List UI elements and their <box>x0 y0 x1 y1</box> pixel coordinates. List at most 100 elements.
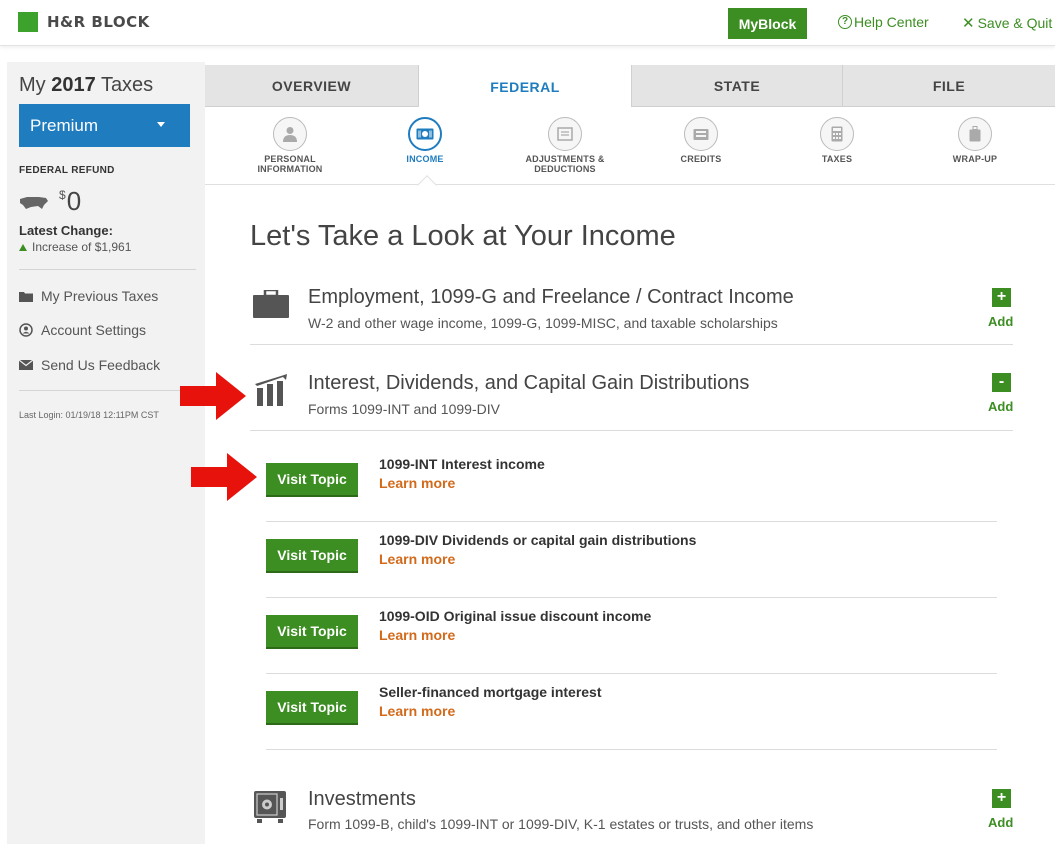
tax-year: 2017 <box>51 74 96 96</box>
usa-map-icon <box>20 197 48 209</box>
save-quit-link[interactable]: ✕ Save & Quit <box>962 14 1052 32</box>
tab-label: FEDERAL <box>490 78 560 95</box>
section-subtitle: Forms 1099-INT and 1099-DIV <box>308 401 500 417</box>
step-credits[interactable]: CREDITS <box>641 117 761 164</box>
topic-divider <box>266 521 997 522</box>
previous-taxes-label: My Previous Taxes <box>41 288 159 304</box>
step-circle <box>273 117 307 151</box>
section-title: Employment, 1099-G and Freelance / Contr… <box>308 286 794 308</box>
sidebar-title: My 2017 Taxes <box>19 74 153 97</box>
tab-overview[interactable]: OVERVIEW <box>205 65 419 107</box>
safe-icon <box>254 791 286 823</box>
step-label: PERSONAL INFORMATION <box>230 154 350 174</box>
topic-title: 1099-OID Original issue discount income <box>379 608 652 624</box>
learn-more-link[interactable]: Learn more <box>379 627 455 643</box>
calculator-icon <box>831 126 843 142</box>
topic-title: Seller-financed mortgage interest <box>379 684 602 700</box>
sidebar-title-suffix: Taxes <box>100 74 154 96</box>
visit-topic-button[interactable]: Visit Topic <box>266 691 358 723</box>
step-circle <box>958 117 992 151</box>
step-circle <box>820 117 854 151</box>
step-label-line: PERSONAL <box>264 154 316 164</box>
previous-taxes-link[interactable]: My Previous Taxes <box>19 288 158 304</box>
main-tabs: OVERVIEW FEDERAL STATE FILE <box>205 65 1055 108</box>
save-quit-label: Save & Quit <box>977 15 1053 31</box>
collapse-minus-icon[interactable]: - <box>992 373 1011 392</box>
envelope-icon <box>19 360 33 370</box>
plan-value: Premium <box>30 115 99 135</box>
tab-federal[interactable]: FEDERAL <box>419 65 631 108</box>
brand-logo[interactable]: H&R BLOCK <box>18 12 150 32</box>
brand-name: H&R BLOCK <box>47 13 150 31</box>
step-income[interactable]: INCOME <box>365 117 485 164</box>
section-subtitle: Form 1099-B, child's 1099-INT or 1099-DI… <box>308 816 814 832</box>
folder-icon <box>19 291 33 302</box>
add-button[interactable]: Add <box>988 815 1013 830</box>
increase-arrow-icon <box>19 243 27 251</box>
account-icon <box>19 323 33 337</box>
sidebar: My 2017 Taxes Premium FEDERAL REFUND $ 0… <box>7 62 205 844</box>
visit-topic-button[interactable]: Visit Topic <box>266 539 358 571</box>
money-icon <box>416 128 434 140</box>
topic-divider <box>266 597 997 598</box>
section-title: Investments <box>308 788 416 810</box>
learn-more-link[interactable]: Learn more <box>379 475 455 491</box>
refund-display: $ 0 <box>19 186 81 217</box>
section-title: Interest, Dividends, and Capital Gain Di… <box>308 372 750 394</box>
topic-divider <box>266 673 997 674</box>
help-center-label: Help Center <box>854 14 929 30</box>
income-section-employment: Employment, 1099-G and Freelance / Contr… <box>250 282 1013 344</box>
section-divider <box>250 344 1013 345</box>
send-feedback-link[interactable]: Send Us Feedback <box>19 357 160 373</box>
step-label-line: DEDUCTIONS <box>534 164 596 174</box>
refund-currency: $ <box>59 188 66 202</box>
top-header: H&R BLOCK MyBlock ? Help Center ✕ Save &… <box>0 0 1055 46</box>
step-label: CREDITS <box>641 154 761 164</box>
expand-plus-icon[interactable]: + <box>992 789 1011 808</box>
step-circle <box>684 117 718 151</box>
step-label: INCOME <box>365 154 485 164</box>
section-divider <box>250 430 1013 431</box>
red-arrow-icon <box>180 372 246 420</box>
step-circle <box>548 117 582 151</box>
latest-change-label: Latest Change: <box>19 223 113 238</box>
refund-amount: 0 <box>66 186 82 216</box>
bag-icon <box>969 126 981 142</box>
visit-topic-button[interactable]: Visit Topic <box>266 463 358 495</box>
topic-title: 1099-INT Interest income <box>379 456 545 472</box>
person-icon <box>283 127 297 142</box>
tab-state[interactable]: STATE <box>631 65 843 107</box>
last-login-text: Last Login: 01/19/18 12:11PM CST <box>19 410 159 420</box>
income-section-interest-dividends: Interest, Dividends, and Capital Gain Di… <box>250 368 1013 430</box>
myblock-button[interactable]: MyBlock <box>728 8 807 39</box>
step-circle <box>408 117 442 151</box>
step-label: TAXES <box>777 154 897 164</box>
step-adjustments-deductions[interactable]: ADJUSTMENTS & DEDUCTIONS <box>505 117 625 174</box>
step-wrap-up[interactable]: WRAP-UP <box>915 117 1035 164</box>
briefcase-icon <box>253 290 289 318</box>
help-circle-icon: ? <box>838 15 852 29</box>
add-button[interactable]: Add <box>988 399 1013 414</box>
step-personal-information[interactable]: PERSONAL INFORMATION <box>230 117 350 174</box>
latest-change-text: Increase of $1,961 <box>32 240 132 254</box>
step-label-line: ADJUSTMENTS & <box>525 154 605 164</box>
plan-dropdown[interactable]: Premium <box>19 104 190 147</box>
sidebar-divider <box>19 390 196 391</box>
step-taxes[interactable]: TAXES <box>777 117 897 164</box>
form-icon <box>557 127 573 141</box>
learn-more-link[interactable]: Learn more <box>379 703 455 719</box>
topic-divider <box>266 749 997 750</box>
expand-plus-icon[interactable]: + <box>992 288 1011 307</box>
account-settings-link[interactable]: Account Settings <box>19 322 146 338</box>
step-label-line: INCOME <box>406 154 444 164</box>
latest-change-value: Increase of $1,961 <box>19 240 131 254</box>
bank-icon <box>255 374 287 406</box>
topic-title: 1099-DIV Dividends or capital gain distr… <box>379 532 697 548</box>
tab-file[interactable]: FILE <box>843 65 1055 107</box>
visit-topic-button[interactable]: Visit Topic <box>266 615 358 647</box>
send-feedback-label: Send Us Feedback <box>41 357 161 373</box>
help-center-link[interactable]: ? Help Center <box>838 14 929 30</box>
add-button[interactable]: Add <box>988 314 1013 329</box>
learn-more-link[interactable]: Learn more <box>379 551 455 567</box>
sidebar-title-prefix: My <box>19 74 46 96</box>
